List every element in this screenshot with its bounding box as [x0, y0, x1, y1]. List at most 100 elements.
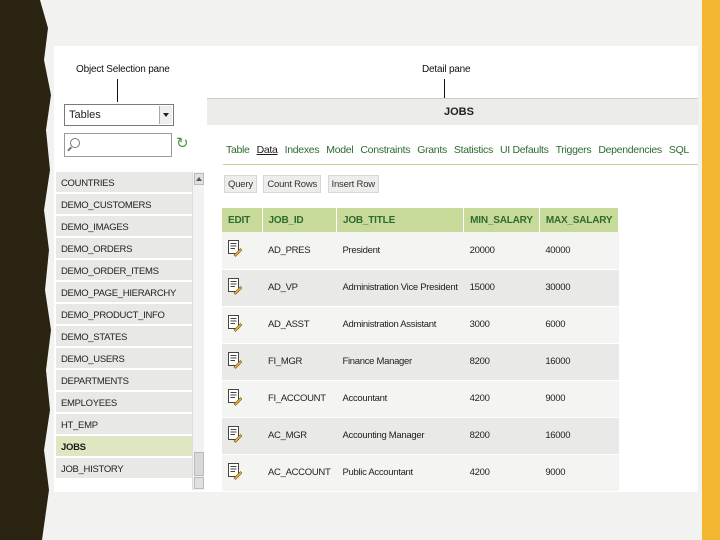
object-search-input[interactable] — [64, 133, 172, 157]
table-cell: Administration Assistant — [336, 306, 464, 344]
table-cell: 4200 — [463, 380, 540, 418]
slide-accent-bar — [702, 0, 720, 540]
object-list-item[interactable]: HT_EMP — [56, 414, 192, 436]
table-cell: President — [336, 232, 464, 270]
tab-model[interactable]: Model — [326, 144, 353, 156]
object-list-item[interactable]: EMPLOYEES — [56, 392, 192, 414]
edit-cell — [222, 380, 262, 418]
object-list-item[interactable]: DEMO_ORDERS — [56, 238, 192, 260]
data-toolbar: Query Count Rows Insert Row — [224, 174, 381, 193]
detail-tabs: Table Data Indexes Model Constraints Grants St… — [226, 140, 696, 158]
tab-sql[interactable]: SQL — [669, 144, 689, 156]
table-cell: 6000 — [539, 306, 619, 344]
tab-divider — [223, 164, 698, 165]
object-list-item[interactable]: JOB_HISTORY — [56, 458, 192, 480]
table-cell: 16000 — [539, 343, 619, 381]
object-list-item[interactable]: DEMO_ORDER_ITEMS — [56, 260, 192, 282]
edit-row-icon[interactable] — [228, 425, 243, 443]
object-list: COUNTRIES DEMO_CUSTOMERS DEMO_IMAGES DEMO_O… — [56, 172, 192, 490]
table-cell: 9000 — [539, 454, 619, 492]
table-cell: Accountant — [336, 380, 464, 418]
table-cell: 40000 — [539, 232, 619, 270]
object-list-item[interactable]: DEMO_USERS — [56, 348, 192, 370]
table-cell: FI_MGR — [262, 343, 337, 381]
table-row: AC_MGR Accounting Manager 8200 16000 — [222, 417, 619, 455]
object-list-item[interactable]: JOBS — [56, 436, 192, 458]
column-header-edit[interactable]: EDIT — [222, 208, 263, 232]
tab-constraints[interactable]: Constraints — [360, 144, 410, 156]
tab-data[interactable]: Data — [257, 144, 278, 156]
detail-callout: Detail pane — [422, 64, 471, 75]
scroll-down-arrow-icon[interactable] — [194, 477, 204, 489]
table-row: AC_ACCOUNT Public Accountant 4200 9000 — [222, 454, 619, 492]
scroll-thumb[interactable] — [194, 452, 204, 476]
data-grid: EDIT JOB_ID JOB_TITLE MIN_SALARY MAX_SALARY … — [222, 208, 620, 492]
chevron-down-icon[interactable] — [159, 106, 172, 124]
object-list-scrollbar[interactable] — [192, 172, 204, 490]
table-row: FI_MGR Finance Manager 8200 16000 — [222, 343, 619, 381]
object-list-item[interactable]: DEMO_PAGE_HIERARCHY — [56, 282, 192, 304]
table-cell: AD_VP — [262, 269, 337, 307]
insert-row-button[interactable]: Insert Row — [327, 175, 379, 193]
edit-row-icon[interactable] — [228, 388, 243, 406]
tab-triggers[interactable]: Triggers — [556, 144, 592, 156]
tab-statistics[interactable]: Statistics — [454, 144, 493, 156]
edit-cell — [222, 269, 262, 307]
table-cell: FI_ACCOUNT — [262, 380, 337, 418]
table-cell: AD_ASST — [262, 306, 337, 344]
table-cell: Administration Vice President — [336, 269, 464, 307]
object-list-item[interactable]: DEMO_STATES — [56, 326, 192, 348]
scroll-up-arrow-icon[interactable] — [194, 173, 204, 185]
table-row: AD_ASST Administration Assistant 3000 6000 — [222, 306, 619, 344]
screenshot-frame: Object Selection pane Detail pane Tables… — [54, 46, 698, 492]
table-cell: 4200 — [463, 454, 540, 492]
column-header-job-title[interactable]: JOB_TITLE — [336, 208, 465, 232]
table-cell: AD_PRES — [262, 232, 337, 270]
edit-cell — [222, 417, 262, 455]
table-cell: 30000 — [539, 269, 619, 307]
column-header-max-salary[interactable]: MAX_SALARY — [539, 208, 620, 232]
grid-header-row: EDIT JOB_ID JOB_TITLE MIN_SALARY MAX_SALARY — [222, 208, 620, 232]
edit-row-icon[interactable] — [228, 277, 243, 295]
edit-row-icon[interactable] — [228, 351, 243, 369]
table-cell: 8200 — [463, 417, 540, 455]
table-row: AD_PRES President 20000 40000 — [222, 232, 619, 270]
query-button[interactable]: Query — [224, 175, 257, 193]
table-cell: 20000 — [463, 232, 540, 270]
detail-title: JOBS — [444, 106, 474, 118]
tab-indexes[interactable]: Indexes — [285, 144, 320, 156]
object-selection-callout: Object Selection pane — [76, 64, 170, 75]
tab-table[interactable]: Table — [226, 144, 250, 156]
edit-row-icon[interactable] — [228, 240, 243, 258]
object-list-item[interactable]: DEMO_CUSTOMERS — [56, 194, 192, 216]
count-rows-button[interactable]: Count Rows — [263, 175, 322, 193]
slide-left-decoration — [0, 0, 51, 540]
column-header-job-id[interactable]: JOB_ID — [262, 208, 337, 232]
object-list-item[interactable]: DEPARTMENTS — [56, 370, 192, 392]
table-cell: 3000 — [463, 306, 540, 344]
tab-grants[interactable]: Grants — [417, 144, 447, 156]
object-list-item[interactable]: DEMO_PRODUCT_INFO — [56, 304, 192, 326]
table-cell: 9000 — [539, 380, 619, 418]
edit-row-icon[interactable] — [228, 462, 243, 480]
detail-pane: JOBS Table Data Indexes Model Constraints Gra… — [207, 98, 698, 492]
edit-row-icon[interactable] — [228, 314, 243, 332]
edit-cell — [222, 343, 262, 381]
search-icon — [70, 138, 80, 148]
refresh-icon[interactable]: ↻ — [176, 136, 190, 152]
object-list-item[interactable]: COUNTRIES — [56, 172, 192, 194]
table-row: FI_ACCOUNT Accountant 4200 9000 — [222, 380, 619, 418]
tab-ui-defaults[interactable]: UI Defaults — [500, 144, 549, 156]
object-type-value: Tables — [69, 109, 101, 121]
table-cell: 15000 — [463, 269, 540, 307]
edit-cell — [222, 306, 262, 344]
tab-dependencies[interactable]: Dependencies — [598, 144, 662, 156]
column-header-min-salary[interactable]: MIN_SALARY — [463, 208, 540, 232]
object-type-select[interactable]: Tables — [64, 104, 174, 126]
table-cell: AC_ACCOUNT — [262, 454, 337, 492]
table-cell: Public Accountant — [336, 454, 464, 492]
object-list-item[interactable]: DEMO_IMAGES — [56, 216, 192, 238]
edit-cell — [222, 454, 262, 492]
table-cell: Finance Manager — [336, 343, 464, 381]
detail-header: JOBS — [207, 98, 698, 125]
